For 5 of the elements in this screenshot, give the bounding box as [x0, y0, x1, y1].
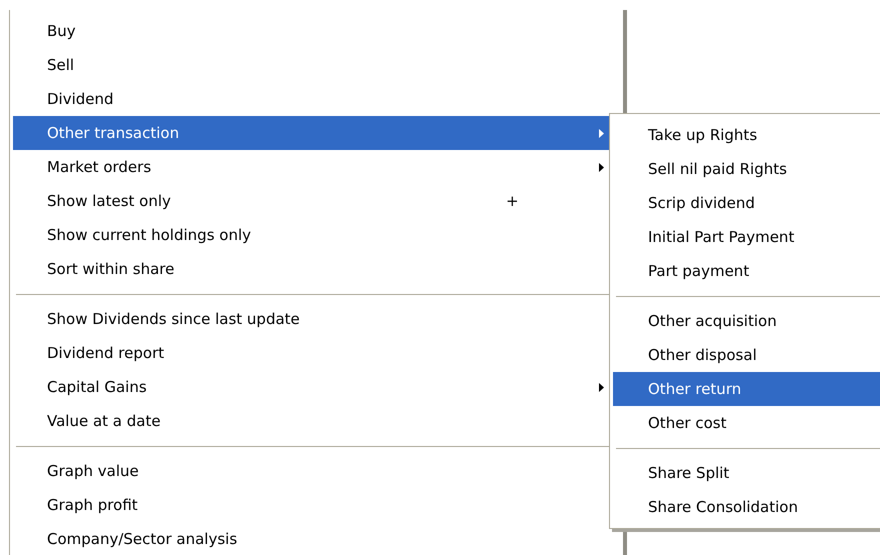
menu-item[interactable]: Dividend: [13, 82, 620, 116]
menu-item[interactable]: Company/Sector analysis: [13, 522, 620, 555]
menu-item[interactable]: Other return: [613, 372, 880, 406]
menu-item[interactable]: Buy: [13, 14, 620, 48]
menu-item[interactable]: Sell: [13, 48, 620, 82]
